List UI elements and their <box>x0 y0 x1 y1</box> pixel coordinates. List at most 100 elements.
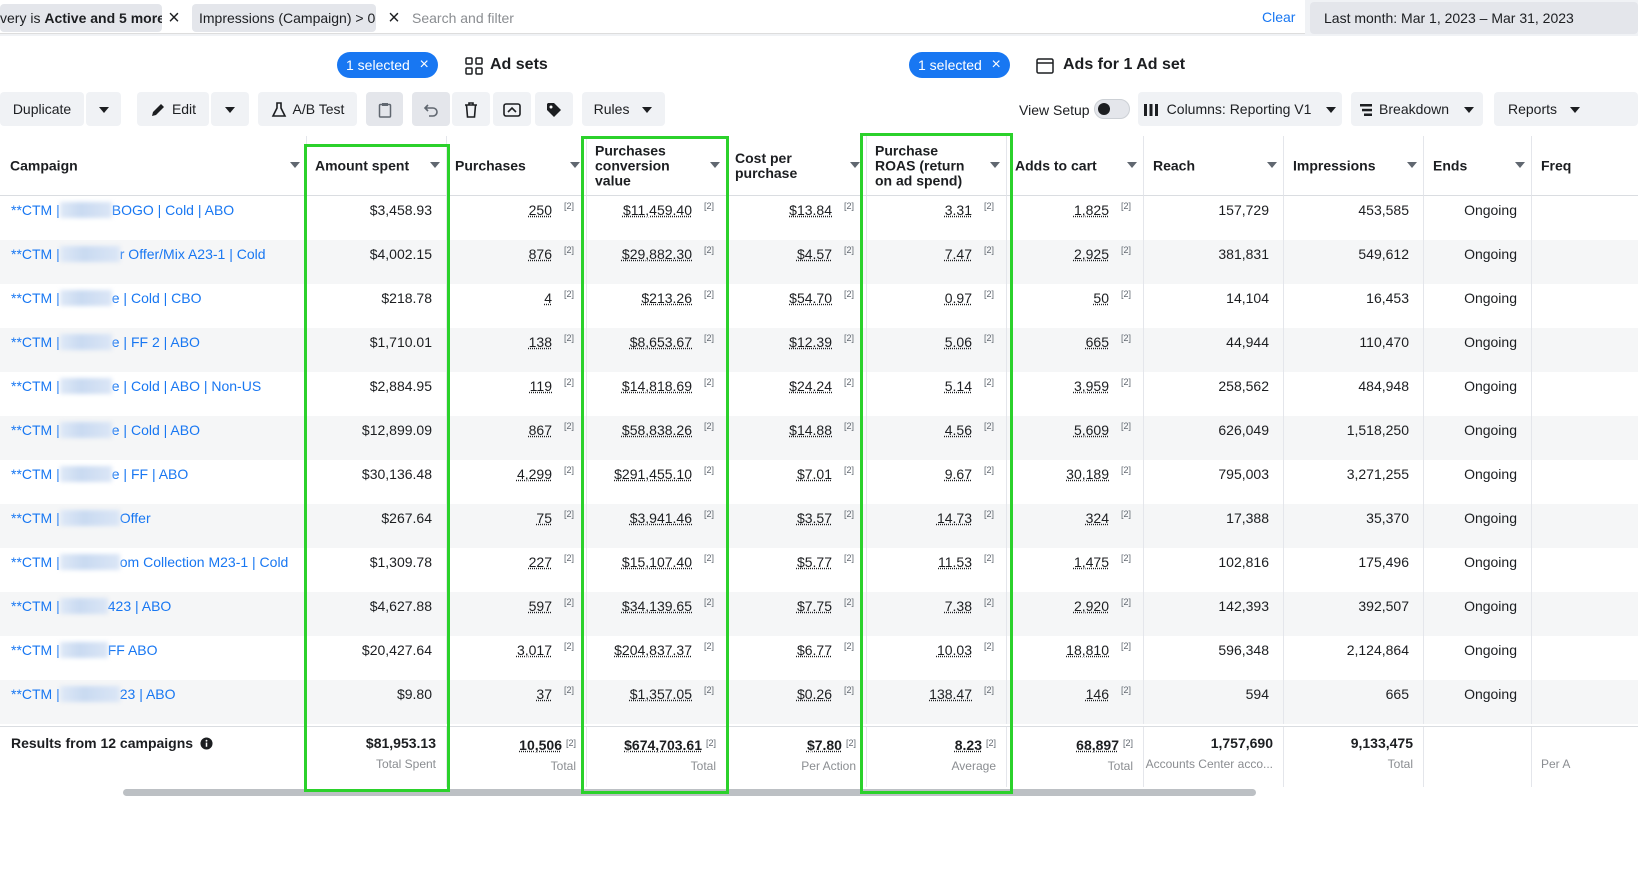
cell-conversion-value[interactable]: $3,941.46 [2] <box>587 504 727 548</box>
cell-conversion-value[interactable]: $11,459.40 [2] <box>587 196 727 240</box>
close-icon[interactable]: × <box>162 4 186 32</box>
cell-purchases[interactable]: 37 [2] <box>447 680 587 724</box>
cell-cost-per-purchase[interactable]: $54.70 [2] <box>727 284 867 328</box>
view-setup-toggle[interactable] <box>1094 99 1130 119</box>
cell-purchases[interactable]: 3,017 [2] <box>447 636 587 680</box>
tab-ads[interactable]: Ads for 1 Ad set <box>1025 44 1638 88</box>
duplicate-button[interactable]: Duplicate <box>0 92 84 126</box>
cell-conversion-value[interactable]: $8,653.67 [2] <box>587 328 727 372</box>
horizontal-scrollbar[interactable] <box>123 789 1256 796</box>
filter-chip-delivery[interactable]: very is Active and 5 more <box>0 4 162 32</box>
column-header-impressions[interactable]: Impressions <box>1284 136 1424 196</box>
cell-campaign-name[interactable]: **CTM | 423 | ABO <box>0 592 307 636</box>
cell-campaign-name[interactable]: **CTM | FF ABO <box>0 636 307 680</box>
cell-purchases[interactable]: 4 [2] <box>447 284 587 328</box>
table-row[interactable]: **CTM | 423 | ABO $4,627.88 597 [2] $34,139.6… <box>0 592 1638 636</box>
cell-campaign-name[interactable]: **CTM | 23 | ABO <box>0 680 307 724</box>
cell-adds-to-cart[interactable]: 2,920 [2] <box>1007 592 1144 636</box>
sort-icon[interactable] <box>710 162 720 168</box>
cell-adds-to-cart[interactable]: 5,609 [2] <box>1007 416 1144 460</box>
tag-button[interactable] <box>535 92 573 126</box>
cell-adds-to-cart[interactable]: 18,810 [2] <box>1007 636 1144 680</box>
rules-button[interactable]: Rules <box>582 92 665 126</box>
cell-roas[interactable]: 7.38 [2] <box>867 592 1007 636</box>
cell-conversion-value[interactable]: $291,455.10 [2] <box>587 460 727 504</box>
sort-icon[interactable] <box>430 162 440 168</box>
cell-roas[interactable]: 5.06 [2] <box>867 328 1007 372</box>
filter-chip-impressions[interactable]: Impressions (Campaign) > 0 <box>192 4 376 32</box>
clipboard-button[interactable] <box>366 92 403 126</box>
cell-adds-to-cart[interactable]: 3,959 [2] <box>1007 372 1144 416</box>
cell-roas[interactable]: 9.67 [2] <box>867 460 1007 504</box>
cell-adds-to-cart[interactable]: 1,825 [2] <box>1007 196 1144 240</box>
sort-icon[interactable] <box>1515 162 1525 168</box>
reports-button[interactable]: Reports <box>1494 92 1638 126</box>
cell-purchases[interactable]: 75 [2] <box>447 504 587 548</box>
sort-icon[interactable] <box>290 162 300 168</box>
cell-campaign-name[interactable]: **CTM | Offer <box>0 504 307 548</box>
cell-adds-to-cart[interactable]: 2,925 [2] <box>1007 240 1144 284</box>
table-row[interactable]: **CTM | e | FF | ABO $30,136.48 4,299 [2] $29… <box>0 460 1638 504</box>
adsets-selected-pill[interactable]: 1 selected × <box>909 52 1010 78</box>
table-row[interactable]: **CTM | e | FF 2 | ABO $1,710.01 138 [2] $8,6… <box>0 328 1638 372</box>
cell-cost-per-purchase[interactable]: $12.39 [2] <box>727 328 867 372</box>
cell-roas[interactable]: 4.56 [2] <box>867 416 1007 460</box>
column-header-purchase-roas[interactable]: Purchase ROAS (return on ad spend) <box>867 136 1007 196</box>
column-header-frequency[interactable]: Freq <box>1532 136 1638 196</box>
sort-icon[interactable] <box>1267 162 1277 168</box>
cell-adds-to-cart[interactable]: 50 [2] <box>1007 284 1144 328</box>
duplicate-dropdown-button[interactable] <box>86 92 121 126</box>
cell-purchases[interactable]: 119 [2] <box>447 372 587 416</box>
cell-adds-to-cart[interactable]: 665 [2] <box>1007 328 1144 372</box>
cell-cost-per-purchase[interactable]: $6.77 [2] <box>727 636 867 680</box>
cell-roas[interactable]: 5.14 [2] <box>867 372 1007 416</box>
table-row[interactable]: **CTM | Offer $267.64 75 [2] $3,941.46 [2] $3.5… <box>0 504 1638 548</box>
cell-cost-per-purchase[interactable]: $5.77 [2] <box>727 548 867 592</box>
cell-roas[interactable]: 11.53 [2] <box>867 548 1007 592</box>
cell-cost-per-purchase[interactable]: $24.24 [2] <box>727 372 867 416</box>
table-row[interactable]: **CTM | BOGO | Cold | ABO $3,458.93 250 [2] $… <box>0 196 1638 240</box>
ab-test-button[interactable]: A/B Test <box>258 92 357 126</box>
close-icon[interactable]: × <box>382 4 406 32</box>
undo-button[interactable] <box>412 92 450 126</box>
tab-campaigns[interactable]: 1 selected × <box>0 44 444 88</box>
sort-icon[interactable] <box>990 162 1000 168</box>
cell-adds-to-cart[interactable]: 30,189 [2] <box>1007 460 1144 504</box>
delete-button[interactable] <box>452 92 490 126</box>
cell-roas[interactable]: 0.97 [2] <box>867 284 1007 328</box>
cell-campaign-name[interactable]: **CTM | e | Cold | ABO | Non-US <box>0 372 307 416</box>
cell-roas[interactable]: 14.73 [2] <box>867 504 1007 548</box>
cell-campaign-name[interactable]: **CTM | e | FF 2 | ABO <box>0 328 307 372</box>
tab-ad-sets[interactable]: Ad sets 1 selected × <box>452 44 1018 88</box>
cell-adds-to-cart[interactable]: 324 [2] <box>1007 504 1144 548</box>
column-header-ends[interactable]: Ends <box>1424 136 1532 196</box>
cell-conversion-value[interactable]: $15,107.40 [2] <box>587 548 727 592</box>
column-header-amount-spent[interactable]: Amount spent <box>307 136 447 196</box>
cell-roas[interactable]: 138.47 [2] <box>867 680 1007 724</box>
cell-cost-per-purchase[interactable]: $13.84 [2] <box>727 196 867 240</box>
breakdown-button[interactable]: Breakdown <box>1351 92 1483 126</box>
info-icon[interactable] <box>200 737 213 750</box>
cell-conversion-value[interactable]: $29,882.30 [2] <box>587 240 727 284</box>
date-range-picker[interactable]: Last month: Mar 1, 2023 – Mar 31, 2023 <box>1310 2 1638 34</box>
cell-purchases[interactable]: 227 [2] <box>447 548 587 592</box>
cell-purchases[interactable]: 597 [2] <box>447 592 587 636</box>
cell-conversion-value[interactable]: $34,139.65 [2] <box>587 592 727 636</box>
campaigns-selected-pill[interactable]: 1 selected × <box>337 52 438 78</box>
table-row[interactable]: **CTM | FF ABO $20,427.64 3,017 [2] $204,837.… <box>0 636 1638 680</box>
export-button[interactable] <box>493 92 531 126</box>
table-row[interactable]: **CTM | r Offer/Mix A23-1 | Cold $4,002.15… <box>0 240 1638 284</box>
column-header-cost-per-purchase[interactable]: Cost per purchase <box>727 136 867 196</box>
cell-campaign-name[interactable]: **CTM | e | FF | ABO <box>0 460 307 504</box>
cell-cost-per-purchase[interactable]: $4.57 [2] <box>727 240 867 284</box>
cell-roas[interactable]: 10.03 [2] <box>867 636 1007 680</box>
cell-conversion-value[interactable]: $204,837.37 [2] <box>587 636 727 680</box>
column-header-purchases-conversion-value[interactable]: Purchases conversion value <box>587 136 727 196</box>
cell-cost-per-purchase[interactable]: $3.57 [2] <box>727 504 867 548</box>
cell-campaign-name[interactable]: **CTM | e | Cold | ABO <box>0 416 307 460</box>
column-header-reach[interactable]: Reach <box>1144 136 1284 196</box>
column-header-campaign[interactable]: Campaign <box>0 136 307 196</box>
search-filter-input[interactable] <box>412 4 1232 32</box>
sort-icon[interactable] <box>1407 162 1417 168</box>
cell-campaign-name[interactable]: **CTM | om Collection M23-1 | Cold <box>0 548 307 592</box>
